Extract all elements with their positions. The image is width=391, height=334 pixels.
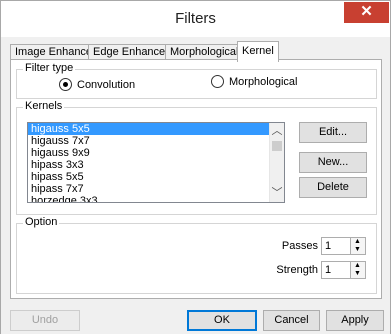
filters-dialog: Filters ✕ Image Enhance Edge Enhance Mor… (0, 0, 391, 334)
passes-control: Passes 1 ▲ ▼ (282, 237, 366, 255)
list-item[interactable]: hipass 7x7 (28, 183, 284, 195)
strength-input[interactable]: 1 (321, 261, 351, 279)
tab-kernel[interactable]: Kernel (237, 41, 279, 62)
list-item[interactable]: higauss 7x7 (28, 135, 284, 147)
filter-type-label: Filter type (23, 62, 76, 74)
chevron-down-icon[interactable]: ﹀ (270, 185, 284, 202)
delete-button[interactable]: Delete (299, 177, 367, 198)
radio-checked-icon (59, 78, 72, 91)
chevron-up-icon[interactable]: ︿ (270, 123, 284, 140)
radio-morphological[interactable]: Morphological (211, 75, 297, 88)
list-item[interactable]: hipass 3x3 (28, 159, 284, 171)
undo-button[interactable]: Undo (10, 310, 80, 331)
option-group: Option Passes 1 ▲ ▼ Strength 1 ▲ ▼ (16, 216, 377, 294)
spin-up-icon[interactable]: ▲ (351, 238, 364, 246)
close-icon: ✕ (360, 3, 373, 20)
new-button[interactable]: New... (299, 152, 367, 173)
kernels-label: Kernels (23, 100, 65, 112)
spin-down-icon[interactable]: ▼ (351, 270, 364, 278)
title-bar: Filters ✕ (1, 1, 390, 37)
strength-label: Strength (276, 264, 318, 276)
passes-stepper[interactable]: ▲ ▼ (351, 237, 366, 255)
radio-convolution-label: Convolution (77, 78, 136, 91)
cancel-button[interactable]: Cancel (263, 310, 320, 331)
strength-control: Strength 1 ▲ ▼ (276, 261, 366, 279)
passes-label: Passes (281, 240, 318, 252)
scrollbar-thumb[interactable] (272, 141, 282, 151)
dialog-footer: Undo OK Cancel Apply (1, 305, 390, 334)
spin-up-icon[interactable]: ▲ (351, 262, 364, 270)
kernels-listbox[interactable]: higauss 5x5 higauss 7x7 higauss 9x9 hipa… (27, 122, 285, 203)
radio-convolution[interactable]: Convolution (59, 78, 135, 91)
window-title: Filters (175, 10, 216, 27)
edit-button[interactable]: Edit... (299, 122, 367, 143)
kernel-tab-panel: Filter type Convolution Morphological Ke… (10, 59, 382, 299)
spin-down-icon[interactable]: ▼ (351, 246, 364, 254)
kernels-group: Kernels higauss 5x5 higauss 7x7 higauss … (16, 100, 377, 215)
passes-input[interactable]: 1 (321, 237, 351, 255)
apply-button[interactable]: Apply (326, 310, 384, 331)
option-label: Option (23, 216, 60, 228)
list-item[interactable]: higauss 9x9 (28, 147, 284, 159)
list-item[interactable]: higauss 5x5 (28, 123, 284, 135)
list-item[interactable]: hipass 5x5 (28, 171, 284, 183)
listbox-scrollbar[interactable]: ︿ ﹀ (269, 123, 284, 202)
dialog-body: Image Enhance Edge Enhance Morphological… (1, 37, 390, 305)
list-item[interactable]: horzedge 3x3 (28, 195, 284, 202)
radio-unchecked-icon (211, 75, 224, 88)
filter-type-group: Filter type Convolution Morphological (16, 62, 377, 99)
ok-button[interactable]: OK (187, 310, 257, 331)
radio-morphological-label: Morphological (229, 75, 298, 88)
close-button[interactable]: ✕ (344, 2, 389, 23)
strength-stepper[interactable]: ▲ ▼ (351, 261, 366, 279)
